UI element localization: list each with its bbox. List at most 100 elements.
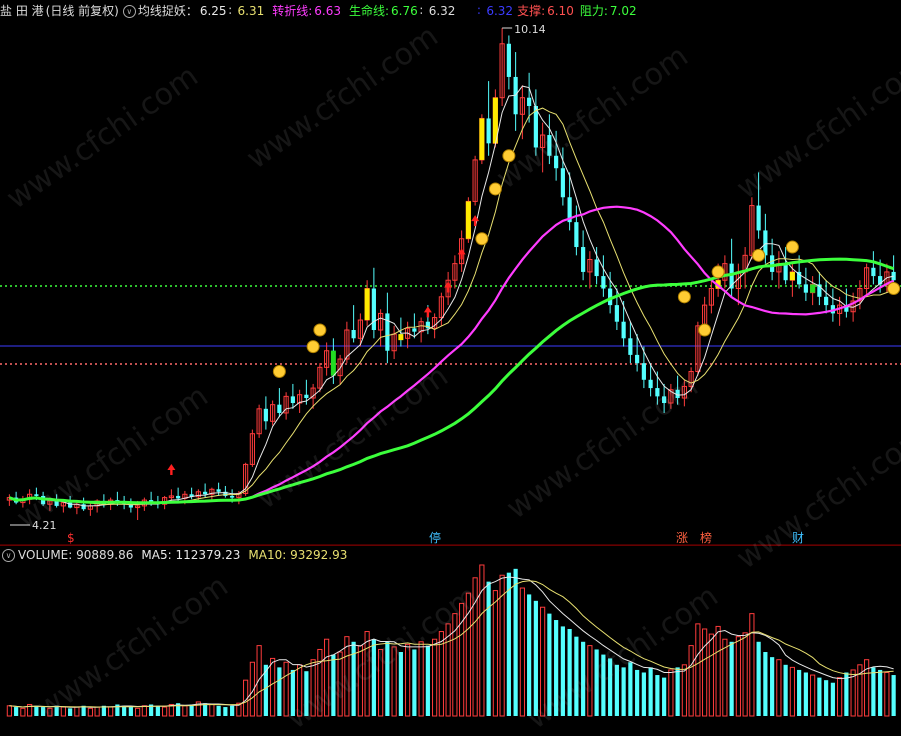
volume-ma10-line bbox=[9, 580, 894, 708]
volume-bar-up bbox=[141, 705, 147, 717]
volume-bar-up bbox=[776, 659, 782, 717]
volume-bar-up bbox=[344, 636, 350, 717]
volume-bar-down bbox=[68, 708, 73, 716]
volume-ma10-value: 93292.93 bbox=[290, 548, 348, 562]
candle-body-down bbox=[81, 504, 86, 510]
volume-bar-up bbox=[337, 651, 343, 717]
volume-bar-up bbox=[283, 661, 289, 717]
candle-body-down bbox=[230, 495, 235, 498]
volume-bar-up bbox=[418, 641, 424, 717]
volume-bar-down bbox=[547, 613, 552, 716]
candle-body-down bbox=[581, 247, 586, 272]
volume-bar-down bbox=[729, 641, 734, 716]
volume-bar-down bbox=[155, 705, 160, 716]
candle-body-down bbox=[783, 263, 788, 281]
event-marker-finance[interactable]: 财 bbox=[792, 531, 804, 545]
volume-bar-down bbox=[385, 641, 390, 716]
volume-bar-down bbox=[331, 654, 336, 716]
volume-bar-down bbox=[621, 667, 626, 716]
volume-bar-down bbox=[763, 652, 768, 716]
volume-ma5-label: MA5: bbox=[141, 548, 172, 562]
candle-body-down bbox=[290, 396, 295, 404]
volume-bar-down bbox=[891, 675, 896, 716]
candle-body-down bbox=[628, 338, 633, 355]
smiley-marker-icon bbox=[488, 182, 502, 196]
volume-bar-down bbox=[756, 641, 761, 716]
volume-bar-up bbox=[87, 707, 93, 717]
smiley-marker-icon bbox=[711, 265, 725, 279]
volume-bar-up bbox=[742, 632, 748, 717]
volume-bar-down bbox=[594, 649, 599, 716]
volume-bar-up bbox=[837, 677, 843, 717]
volume-bar-down bbox=[290, 669, 295, 716]
volume-bar-up bbox=[94, 706, 100, 717]
volume-collapse-icon[interactable]: ∨ bbox=[2, 549, 15, 562]
candle-body-down bbox=[263, 408, 268, 422]
candle-body-down bbox=[547, 135, 552, 156]
volume-bar-up bbox=[20, 707, 26, 717]
volume-bar-down bbox=[581, 641, 586, 716]
volume-bar-down bbox=[878, 669, 883, 716]
signal-bar bbox=[330, 350, 336, 376]
volume-bar-up bbox=[472, 577, 478, 717]
volume-bar-down bbox=[277, 667, 282, 716]
volume-bar-down bbox=[608, 658, 613, 716]
volume-bar-up bbox=[60, 706, 66, 717]
event-marker-list[interactable]: 榜 bbox=[700, 531, 712, 545]
candlestick-chart[interactable]: 10.14 4.21 bbox=[0, 0, 901, 720]
volume-bar-up bbox=[135, 707, 141, 717]
volume-bar-down bbox=[54, 705, 59, 716]
candle-body-down bbox=[216, 489, 221, 492]
low-price-label: 4.21 bbox=[32, 519, 57, 532]
stock-chart-app: 盐 田 港 (日线 前复权) ∨ 均线捉妖： 6.25 ∶ 6.31 转折线: 6.63 生命线… bbox=[0, 0, 901, 736]
life-line bbox=[8, 257, 895, 505]
volume-bar-up bbox=[378, 648, 384, 717]
volume-bar-up bbox=[884, 671, 890, 717]
volume-bar-down bbox=[641, 672, 646, 716]
candle-body-down bbox=[662, 396, 667, 404]
volume-bar-down bbox=[635, 669, 640, 716]
volume-bar-up bbox=[6, 705, 12, 717]
event-marker-dollar[interactable]: $ bbox=[67, 531, 75, 545]
volume-header: ∨ VOLUME: 90889.86 MA5: 112379.23 MA10: 932… bbox=[0, 545, 901, 564]
volume-bar-down bbox=[371, 639, 376, 716]
up-arrow-icon bbox=[423, 306, 432, 318]
volume-bar-down bbox=[128, 707, 133, 716]
volume-bar-down bbox=[34, 705, 39, 716]
event-marker-halt[interactable]: 停 bbox=[429, 531, 441, 545]
volume-ma10-label: MA10: bbox=[248, 548, 287, 562]
volume-bar-up bbox=[789, 666, 795, 717]
volume-bar-up bbox=[74, 706, 80, 717]
volume-bar-down bbox=[648, 667, 653, 716]
candle-body-down bbox=[614, 305, 619, 322]
volume-bar-up bbox=[324, 638, 330, 717]
volume-label: VOLUME: bbox=[18, 548, 73, 562]
candle-body-down bbox=[203, 491, 208, 495]
volume-bar-down bbox=[223, 707, 228, 716]
volume-bar-down bbox=[554, 620, 559, 716]
smiley-marker-icon bbox=[752, 248, 766, 262]
volume-bar-down bbox=[230, 705, 235, 716]
up-arrow-icon bbox=[167, 464, 176, 476]
volume-bar-down bbox=[803, 672, 808, 716]
smiley-marker-icon bbox=[272, 364, 286, 378]
volume-bar-up bbox=[256, 645, 262, 717]
signal-bar bbox=[398, 334, 404, 341]
signal-bar bbox=[789, 271, 795, 281]
candle-body-down bbox=[824, 296, 829, 306]
up-arrow-icon bbox=[444, 281, 453, 293]
smiley-marker-icon bbox=[887, 282, 901, 296]
volume-bar-down bbox=[797, 669, 802, 716]
candle-body-down bbox=[803, 284, 808, 293]
volume-bar-up bbox=[209, 703, 215, 717]
volume-bar-up bbox=[688, 645, 694, 717]
volume-ma5-value: 112379.23 bbox=[175, 548, 241, 562]
volume-bar-up bbox=[715, 625, 721, 717]
volume-bar-up bbox=[108, 706, 114, 717]
volume-bar-up bbox=[681, 664, 687, 717]
volume-bar-down bbox=[513, 568, 518, 716]
volume-bar-up bbox=[317, 648, 323, 717]
volume-bar-up bbox=[587, 645, 593, 717]
candle-body-down bbox=[560, 168, 565, 198]
event-marker-limit-up[interactable]: 涨 bbox=[676, 531, 688, 545]
